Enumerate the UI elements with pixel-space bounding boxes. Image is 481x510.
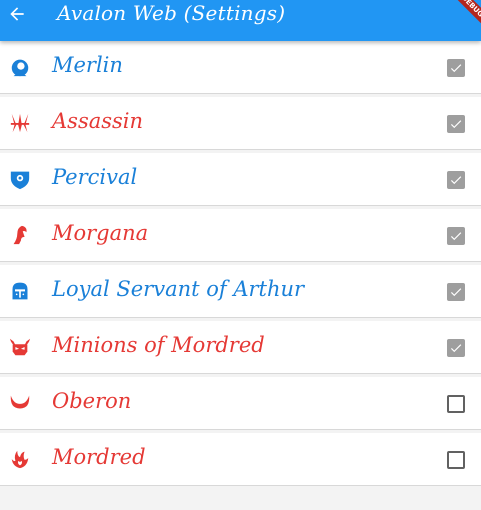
wizard-icon (8, 55, 32, 79)
character-name: Oberon (52, 389, 132, 413)
character-checkbox[interactable] (447, 395, 465, 413)
back-button[interactable] (6, 3, 28, 25)
character-name: Minions of Mordred (52, 333, 265, 357)
character-row-oberon[interactable]: Oberon (0, 377, 481, 430)
character-row-loyal-servant[interactable]: Loyal Servant of Arthur (0, 265, 481, 318)
character-name: Loyal Servant of Arthur (52, 277, 305, 301)
character-name: Merlin (52, 53, 123, 77)
debug-banner: DEBUG (451, 0, 481, 27)
character-name: Percival (52, 165, 138, 189)
character-row-morgana[interactable]: Morgana (0, 209, 481, 262)
shield-eye-icon (8, 167, 32, 191)
character-checkbox[interactable] (447, 339, 465, 357)
page-title: Avalon Web (Settings) (57, 1, 286, 25)
character-row-merlin[interactable]: Merlin (0, 41, 481, 94)
character-list: Merlin Assassin Percival Morgana Loyal S… (0, 41, 481, 489)
dark-flame-icon (8, 447, 32, 471)
horns-icon (8, 391, 32, 415)
horned-helmet-icon (8, 335, 32, 359)
arrow-back-icon (10, 7, 24, 21)
character-row-minions[interactable]: Minions of Mordred (0, 321, 481, 374)
daggers-icon (8, 111, 32, 135)
character-name: Assassin (52, 109, 144, 133)
character-name: Mordred (52, 445, 146, 469)
knight-helmet-icon (8, 279, 32, 303)
character-checkbox[interactable] (447, 115, 465, 133)
character-checkbox[interactable] (447, 171, 465, 189)
witch-icon (8, 223, 32, 247)
character-checkbox[interactable] (447, 59, 465, 77)
character-checkbox[interactable] (447, 283, 465, 301)
character-row-percival[interactable]: Percival (0, 153, 481, 206)
character-name: Morgana (52, 221, 149, 245)
character-checkbox[interactable] (447, 451, 465, 469)
character-checkbox[interactable] (447, 227, 465, 245)
app-bar: Avalon Web (Settings) DEBUG (0, 0, 481, 41)
character-row-assassin[interactable]: Assassin (0, 97, 481, 150)
character-row-mordred[interactable]: Mordred (0, 433, 481, 486)
